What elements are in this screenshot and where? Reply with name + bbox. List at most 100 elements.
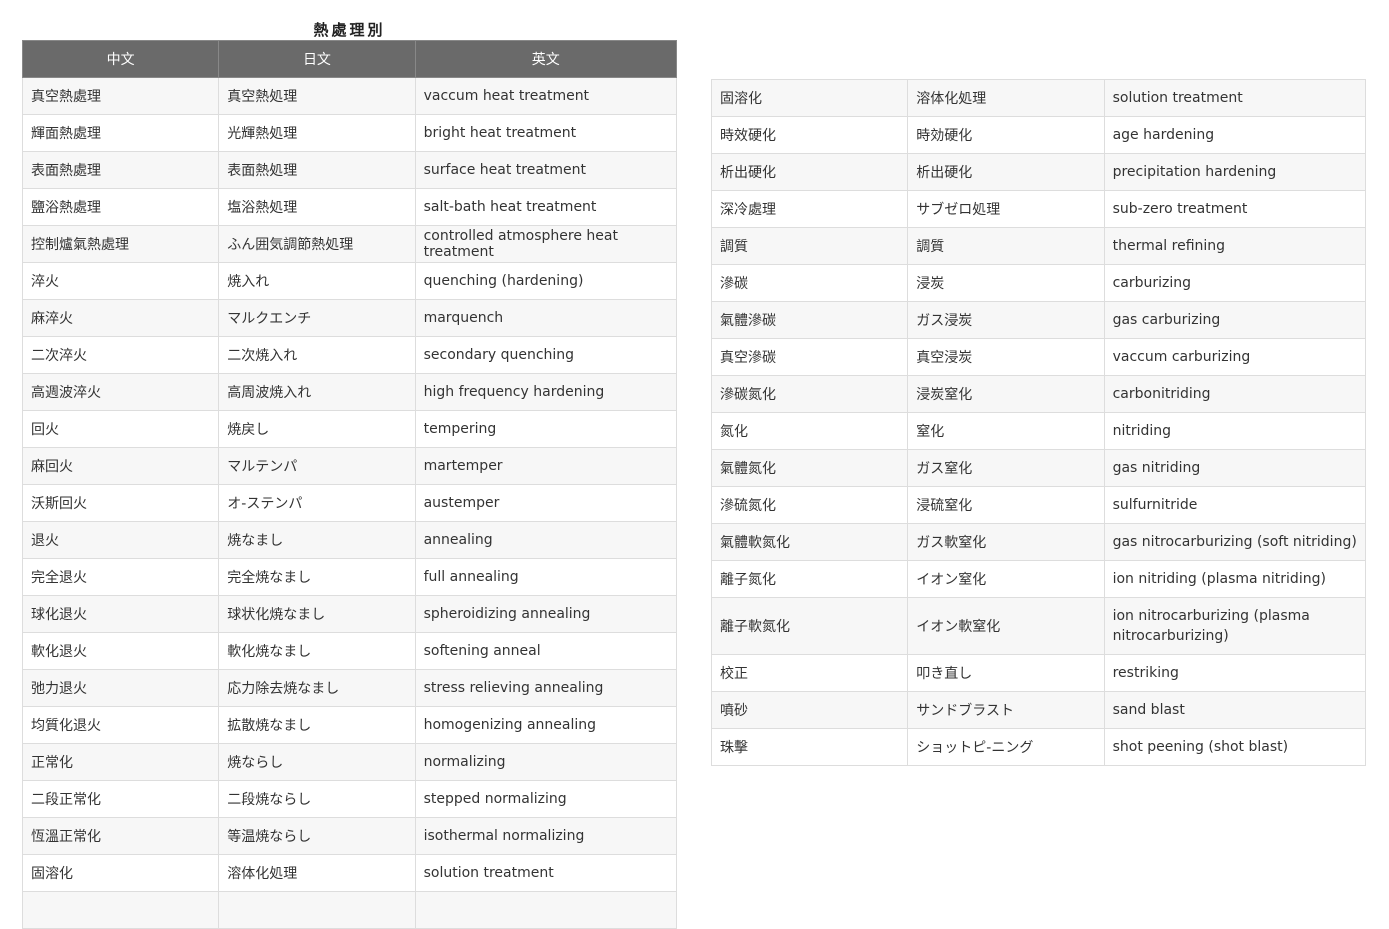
cell-english: sulfurnitride — [1103, 486, 1367, 524]
table-row: 離子軟氮化 イオン軟窒化 ion nitrocarburizing (plasma … — [710, 597, 1367, 655]
table-row: 氣體軟氮化 ガス軟窒化 gas nitrocarburizing (soft nit… — [710, 523, 1367, 561]
cell-japanese: 焼ならし — [218, 743, 416, 781]
cell-chinese: 固溶化 — [21, 854, 220, 892]
cell-chinese: 沃斯回火 — [21, 484, 220, 522]
table-header: 中文 日文 英文 — [21, 40, 678, 78]
cell-chinese: 氣體軟氮化 — [710, 523, 909, 561]
cell-chinese: 淬火 — [21, 262, 220, 300]
table-row: 析出硬化 析出硬化 precipitation hardening — [710, 153, 1367, 191]
cell-english: isothermal normalizing — [414, 817, 678, 855]
cell-chinese: 正常化 — [21, 743, 220, 781]
cell-chinese: 離子軟氮化 — [710, 597, 909, 655]
cell-english: ion nitriding (plasma nitriding) — [1103, 560, 1367, 598]
table-row: 退火 焼なまし annealing — [21, 521, 678, 559]
cell-japanese: 溶体化処理 — [907, 79, 1105, 117]
table-row: 弛力退火 応力除去焼なまし stress relieving annealing — [21, 669, 678, 707]
cell-chinese: 完全退火 — [21, 558, 220, 596]
table-row: 麻淬火 マルクエンチ marquench — [21, 299, 678, 337]
cell-english: tempering — [414, 410, 678, 448]
cell-english: shot peening (shot blast) — [1103, 728, 1367, 766]
table-row: 噴砂 サンドブラスト sand blast — [710, 691, 1367, 729]
table-row: 球化退火 球状化焼なまし spheroidizing annealing — [21, 595, 678, 633]
cell-japanese: 焼なまし — [218, 521, 416, 559]
table-row: 正常化 焼ならし normalizing — [21, 743, 678, 781]
cell-chinese: 表面熱處理 — [21, 151, 220, 189]
table-row: 離子氮化 イオン窒化 ion nitriding (plasma nitriding… — [710, 560, 1367, 598]
cell-english: carburizing — [1103, 264, 1367, 302]
cell-english: martemper — [414, 447, 678, 485]
cell-japanese: 拡散焼なまし — [218, 706, 416, 744]
cell-chinese: 固溶化 — [710, 79, 909, 117]
cell-chinese: 鹽浴熱處理 — [21, 188, 220, 226]
left-table-body: 真空熱處理 真空熱処理 vaccum heat treatment 輝面熱處理 光輝熱処… — [21, 77, 678, 929]
cell-chinese: 噴砂 — [710, 691, 909, 729]
cell-english: vaccum heat treatment — [414, 77, 678, 115]
cell-japanese: 浸炭 — [907, 264, 1105, 302]
table-row: 氣體氮化 ガス窒化 gas nitriding — [710, 449, 1367, 487]
table-row: 二段正常化 二段焼ならし stepped normalizing — [21, 780, 678, 818]
cell-english: solution treatment — [1103, 79, 1367, 117]
cell-chinese: 回火 — [21, 410, 220, 448]
cell-chinese: 弛力退火 — [21, 669, 220, 707]
cell-japanese: 真空熱処理 — [218, 77, 416, 115]
table-row: 表面熱處理 表面熱処理 surface heat treatment — [21, 151, 678, 189]
cell-english: gas nitrocarburizing (soft nitriding) — [1103, 523, 1367, 561]
cell-japanese: 叩き直し — [907, 654, 1105, 692]
table-row: 沃斯回火 オ-ステンパ austemper — [21, 484, 678, 522]
cell-english — [414, 891, 678, 929]
table-row: 軟化退火 軟化焼なまし softening anneal — [21, 632, 678, 670]
table-row: 氣體滲碳 ガス浸炭 gas carburizing — [710, 301, 1367, 339]
table-row: 控制爐氣熱處理 ふん囲気調節熱処理 controlled atmosphere he… — [21, 225, 678, 263]
cell-chinese: 真空熱處理 — [21, 77, 220, 115]
right-terms-table: 固溶化 溶体化処理 solution treatment 時效硬化 時効硬化 age ha… — [710, 79, 1367, 766]
cell-english: spheroidizing annealing — [414, 595, 678, 633]
cell-japanese: 真空浸炭 — [907, 338, 1105, 376]
cell-chinese: 氣體滲碳 — [710, 301, 909, 339]
table-row: 回火 焼戻し tempering — [21, 410, 678, 448]
cell-chinese — [21, 891, 220, 929]
cell-chinese: 高週波淬火 — [21, 373, 220, 411]
table-title: 熱處理別 — [313, 21, 386, 39]
right-table-body: 固溶化 溶体化処理 solution treatment 時效硬化 時効硬化 age ha… — [710, 79, 1367, 766]
table-row: 滲硫氮化 浸硫窒化 sulfurnitride — [710, 486, 1367, 524]
cell-japanese: 応力除去焼なまし — [218, 669, 416, 707]
cell-chinese: 均質化退火 — [21, 706, 220, 744]
cell-chinese: 珠擊 — [710, 728, 909, 766]
table-row: 校正 叩き直し restriking — [710, 654, 1367, 692]
cell-chinese: 離子氮化 — [710, 560, 909, 598]
table-row: 真空熱處理 真空熱処理 vaccum heat treatment — [21, 77, 678, 115]
cell-english: gas nitriding — [1103, 449, 1367, 487]
cell-japanese: ガス軟窒化 — [907, 523, 1105, 561]
left-terms-table: 中文 日文 英文 真空熱處理 真空熱処理 vaccum heat treatment… — [21, 40, 678, 929]
table-row: 淬火 焼入れ quenching (hardening) — [21, 262, 678, 300]
table-row: 滲碳氮化 浸炭窒化 carbonitriding — [710, 375, 1367, 413]
cell-english: full annealing — [414, 558, 678, 596]
header-english: 英文 — [414, 40, 678, 78]
table-row: 二次淬火 二次焼入れ secondary quenching — [21, 336, 678, 374]
header-chinese: 中文 — [21, 40, 220, 78]
cell-japanese: 塩浴熱処理 — [218, 188, 416, 226]
cell-english: ion nitrocarburizing (plasma nitrocarbur… — [1103, 597, 1367, 655]
cell-japanese: サブゼロ処理 — [907, 190, 1105, 228]
cell-japanese: ふん囲気調節熱処理 — [218, 225, 416, 263]
table-row: 氮化 窒化 nitriding — [710, 412, 1367, 450]
table-row: 完全退火 完全焼なまし full annealing — [21, 558, 678, 596]
cell-chinese: 真空滲碳 — [710, 338, 909, 376]
cell-japanese: オ-ステンパ — [218, 484, 416, 522]
header-japanese: 日文 — [218, 40, 416, 78]
table-row: 高週波淬火 高周波焼入れ high frequency hardening — [21, 373, 678, 411]
cell-japanese: ガス浸炭 — [907, 301, 1105, 339]
cell-english: thermal refining — [1103, 227, 1367, 265]
cell-japanese: ショットピ-ニング — [907, 728, 1105, 766]
cell-english: surface heat treatment — [414, 151, 678, 189]
table-row — [21, 891, 678, 929]
cell-japanese: 二段焼ならし — [218, 780, 416, 818]
cell-chinese: 輝面熱處理 — [21, 114, 220, 152]
cell-chinese: 麻回火 — [21, 447, 220, 485]
cell-japanese: 窒化 — [907, 412, 1105, 450]
cell-chinese: 滲碳 — [710, 264, 909, 302]
cell-chinese: 麻淬火 — [21, 299, 220, 337]
table-row: 調質 調質 thermal refining — [710, 227, 1367, 265]
cell-chinese: 球化退火 — [21, 595, 220, 633]
cell-chinese: 滲碳氮化 — [710, 375, 909, 413]
